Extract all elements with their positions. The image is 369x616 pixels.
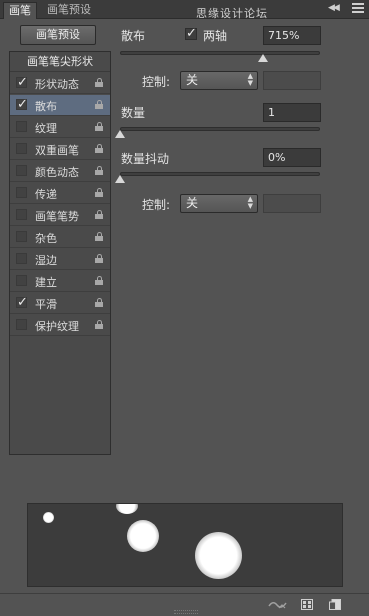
brush-presets-button[interactable]: 画笔预设 (20, 25, 96, 45)
scatter-slider-thumb[interactable] (258, 54, 268, 62)
select-arrows-icon: ▲ ▼ (247, 195, 253, 210)
count-jitter-control-select[interactable]: 关 ▲ ▼ (180, 194, 258, 213)
list-item-label: 平滑 (35, 298, 57, 311)
texture-checkbox[interactable] (16, 121, 27, 132)
count-value-field[interactable]: 1 (263, 103, 321, 122)
scatter-value-field[interactable]: 715% (263, 26, 321, 45)
shape-dynamics-checkbox[interactable]: ✓ (16, 76, 28, 89)
brush-settings-list: 画笔笔尖形状 ✓ 形状动态 ✓ 散布 纹理 双重画笔 颜色动态 传递 画笔笔势 … (9, 51, 111, 455)
list-item-label: 散布 (35, 100, 57, 113)
lock-icon[interactable] (95, 232, 103, 241)
lock-icon[interactable] (95, 78, 103, 87)
list-item-build-up[interactable]: 建立 (10, 271, 110, 292)
lock-icon[interactable] (95, 122, 103, 131)
list-item-texture[interactable]: 纹理 (10, 117, 110, 138)
watermark-text: 思缘设计论坛 (196, 7, 268, 20)
protect-texture-checkbox[interactable] (16, 319, 27, 330)
list-item-wet-edges[interactable]: 湿边 (10, 249, 110, 270)
list-item-label: 湿边 (35, 254, 57, 267)
count-jitter-control-field (263, 194, 321, 213)
lock-icon[interactable] (95, 254, 103, 263)
count-jitter-slider-track[interactable] (120, 172, 320, 176)
count-jitter-value-field[interactable]: 0% (263, 148, 321, 167)
brush-dab (116, 504, 138, 514)
noise-checkbox[interactable] (16, 231, 27, 242)
scatter-slider-track[interactable] (120, 51, 320, 55)
scatter-label: 散布 (121, 29, 146, 43)
count-jitter-control-label: 控制: (142, 198, 171, 212)
transfer-checkbox[interactable] (16, 187, 27, 198)
list-item-label: 杂色 (35, 232, 57, 245)
brush-pose-checkbox[interactable] (16, 209, 27, 220)
color-dynamics-checkbox[interactable] (16, 165, 27, 176)
panel-menu-icon[interactable] (352, 3, 364, 15)
count-label: 数量 (121, 106, 146, 120)
list-item-smoothing[interactable]: ✓ 平滑 (10, 293, 110, 314)
list-item-shape-dynamics[interactable]: ✓ 形状动态 (10, 73, 110, 94)
open-preset-manager-icon[interactable] (301, 599, 313, 610)
brush-dab (195, 532, 242, 579)
toggle-live-tip-preview-icon[interactable] (268, 599, 288, 610)
list-item-label: 建立 (35, 276, 57, 289)
list-item-label: 纹理 (35, 122, 57, 135)
list-item-dual-brush[interactable]: 双重画笔 (10, 139, 110, 160)
list-item-label: 双重画笔 (35, 144, 79, 157)
lock-icon[interactable] (95, 100, 103, 109)
both-axes-checkbox[interactable]: ✓ (185, 27, 197, 40)
list-item-color-dynamics[interactable]: 颜色动态 (10, 161, 110, 182)
brush-dab (127, 520, 159, 552)
collapse-panel-icon[interactable]: ◀◀ (328, 3, 340, 13)
dual-brush-checkbox[interactable] (16, 143, 27, 154)
select-arrows-icon: ▲ ▼ (247, 72, 253, 87)
resize-grip[interactable] (174, 610, 198, 614)
lock-icon[interactable] (95, 144, 103, 153)
build-up-checkbox[interactable] (16, 275, 27, 286)
list-item-label: 形状动态 (35, 78, 79, 91)
list-item-scattering[interactable]: ✓ 散布 (10, 95, 110, 116)
lock-icon[interactable] (95, 188, 103, 197)
brush-stroke-preview (27, 503, 343, 587)
brush-tip-shape-item[interactable]: 画笔笔尖形状 (10, 52, 110, 72)
tab-brush-presets[interactable]: 画笔预设 (42, 2, 96, 19)
create-new-brush-icon[interactable] (329, 599, 341, 610)
panel-tabbar: 画笔 画笔预设 思缘设计论坛 ◀◀ (0, 0, 369, 20)
scatter-control-select[interactable]: 关 ▲ ▼ (180, 71, 258, 90)
tab-brush[interactable]: 画笔 (3, 2, 37, 19)
brush-dab (43, 512, 54, 523)
lock-icon[interactable] (95, 166, 103, 175)
list-item-label: 画笔笔势 (35, 210, 79, 223)
count-jitter-slider-thumb[interactable] (115, 175, 125, 183)
count-jitter-control-value: 关 (186, 196, 199, 210)
list-item-label: 传递 (35, 188, 57, 201)
list-item-brush-pose[interactable]: 画笔笔势 (10, 205, 110, 226)
scattering-checkbox[interactable]: ✓ (16, 98, 28, 111)
scatter-control-field (263, 71, 321, 90)
wet-edges-checkbox[interactable] (16, 253, 27, 264)
count-slider-track[interactable] (120, 127, 320, 131)
count-jitter-label: 数量抖动 (121, 152, 170, 166)
list-item-transfer[interactable]: 传递 (10, 183, 110, 204)
lock-icon[interactable] (95, 210, 103, 219)
smoothing-checkbox[interactable]: ✓ (16, 296, 28, 309)
lock-icon[interactable] (95, 276, 103, 285)
both-axes-label: 两轴 (203, 29, 228, 43)
list-item-protect-texture[interactable]: 保护纹理 (10, 315, 110, 336)
scatter-control-label: 控制: (142, 75, 171, 89)
scatter-control-value: 关 (186, 73, 199, 87)
lock-icon[interactable] (95, 298, 103, 307)
list-item-label: 保护纹理 (35, 320, 79, 333)
lock-icon[interactable] (95, 320, 103, 329)
count-slider-thumb[interactable] (115, 130, 125, 138)
list-item-noise[interactable]: 杂色 (10, 227, 110, 248)
list-item-label: 颜色动态 (35, 166, 79, 179)
